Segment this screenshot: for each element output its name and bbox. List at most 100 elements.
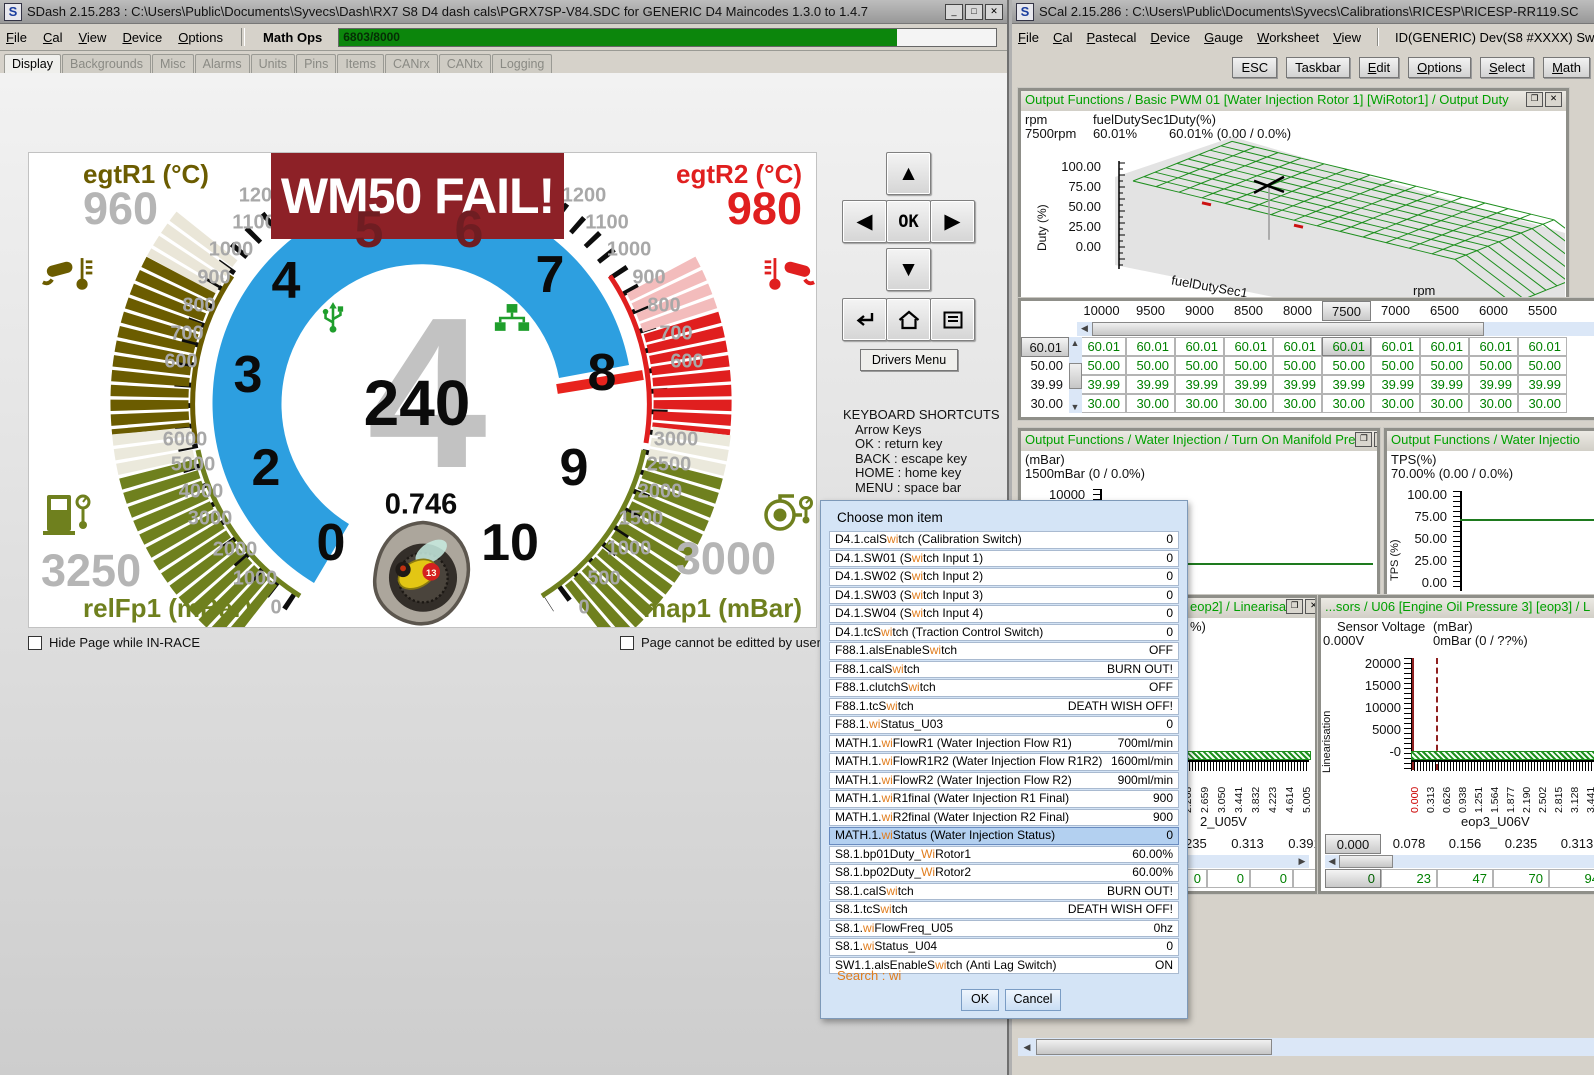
- table-cell[interactable]: 39.99: [1420, 375, 1469, 394]
- table-cell[interactable]: 39.99: [1224, 375, 1273, 394]
- scroll-left-icon[interactable]: ◀: [1020, 1040, 1034, 1054]
- sdash-titlebar[interactable]: S SDash 2.15.283 : C:\Users\Public\Docum…: [0, 0, 1007, 24]
- scroll-left-icon[interactable]: ◀: [1078, 322, 1091, 335]
- dialog-item[interactable]: MATH.1.wiFlowR2 (Water Injection Flow R2…: [829, 772, 1179, 790]
- table-cell[interactable]: 30.00: [1077, 394, 1126, 413]
- scroll-right-icon[interactable]: ▶: [1296, 855, 1308, 867]
- table-col-header-6000[interactable]: 6000: [1469, 301, 1518, 321]
- eop2-cell[interactable]: 0: [1293, 869, 1315, 888]
- table-cell[interactable]: 39.99: [1126, 375, 1175, 394]
- dialog-item[interactable]: F88.1.wiStatus_U030: [829, 716, 1179, 734]
- eop3-col-header-0.078[interactable]: 0.078: [1381, 834, 1437, 854]
- tab-canrx[interactable]: CANrx: [385, 54, 438, 73]
- dialog-item[interactable]: D4.1.SW01 (Switch Input 1)0: [829, 550, 1179, 568]
- dialog-item[interactable]: S8.1.bp01Duty_WiRotor160.00%: [829, 846, 1179, 864]
- table-cell[interactable]: 39.99: [1273, 375, 1322, 394]
- menu-item-cal[interactable]: Cal: [1053, 30, 1073, 45]
- eop3-cell[interactable]: 23: [1381, 869, 1437, 888]
- dialog-item[interactable]: F88.1.calSwitchBURN OUT!: [829, 661, 1179, 679]
- dialog-item[interactable]: S8.1.tcSwitchDEATH WISH OFF!: [829, 901, 1179, 919]
- tab-items[interactable]: Items: [337, 54, 384, 73]
- minimize-icon[interactable]: _: [945, 4, 963, 20]
- table-col-header-9500[interactable]: 9500: [1126, 301, 1175, 321]
- table-cell[interactable]: 30.00: [1126, 394, 1175, 413]
- table-cell[interactable]: 60.01: [1077, 337, 1126, 356]
- scal-titlebar[interactable]: S SCal 2.15.286 : C:\Users\Public\Docume…: [1012, 0, 1594, 24]
- eop2-window-titlebar[interactable]: eop2] / Linearisa ❐ ✕: [1186, 598, 1315, 619]
- table-cell[interactable]: 60.01: [1371, 337, 1420, 356]
- table-col-header-8000[interactable]: 8000: [1273, 301, 1322, 321]
- math-button[interactable]: Math: [1543, 57, 1590, 78]
- edit-button[interactable]: Edit: [1359, 57, 1399, 78]
- tab-alarms[interactable]: Alarms: [195, 54, 250, 73]
- menu-item-gauge[interactable]: Gauge: [1204, 30, 1243, 45]
- menu-item-view[interactable]: View: [1333, 30, 1361, 45]
- table-cell[interactable]: 30.00: [1273, 394, 1322, 413]
- tps-window[interactable]: Output Functions / Water Injectio TPS(%)…: [1384, 428, 1594, 598]
- up-arrow-button[interactable]: ▲: [886, 152, 931, 195]
- table-cell[interactable]: 60.01: [1469, 337, 1518, 356]
- drivers-menu-button[interactable]: Drivers Menu: [860, 349, 958, 371]
- dialog-item[interactable]: MATH.1.wiFlowR1 (Water Injection Flow R1…: [829, 735, 1179, 753]
- table-cell[interactable]: 39.99: [1518, 375, 1567, 394]
- eop2-col-header-0.391[interactable]: 0.391: [1276, 834, 1315, 854]
- scrollbar-thumb[interactable]: [1339, 855, 1393, 868]
- scal-horizontal-scrollbar[interactable]: ◀: [1018, 1038, 1594, 1056]
- menu-item-device[interactable]: Device: [1150, 30, 1190, 45]
- table-cell[interactable]: 30.00: [1469, 394, 1518, 413]
- tab-pins[interactable]: Pins: [296, 54, 336, 73]
- table-cell[interactable]: 50.00: [1273, 356, 1322, 375]
- eop2-window[interactable]: eop2] / Linearisa ❐ ✕ %) 2_U05V 2.2682.6…: [1183, 595, 1318, 894]
- menu-button[interactable]: [930, 298, 975, 341]
- eop2-scrollbar[interactable]: ▶: [1186, 855, 1309, 868]
- dialog-item[interactable]: D4.1.tcSwitch (Traction Control Switch)0: [829, 624, 1179, 642]
- select-button[interactable]: Select: [1480, 57, 1534, 78]
- eop2-cell[interactable]: 0: [1207, 869, 1250, 888]
- table-cell[interactable]: 30.00: [1224, 394, 1273, 413]
- table-cell[interactable]: 30.00: [1518, 394, 1567, 413]
- eop2-col-header-0.313[interactable]: 0.313: [1219, 834, 1276, 854]
- dialog-item[interactable]: F88.1.clutchSwitchOFF: [829, 679, 1179, 697]
- dialog-item[interactable]: D4.1.calSwitch (Calibration Switch)0: [829, 531, 1179, 549]
- table-cell[interactable]: 60.01: [1322, 337, 1371, 356]
- table-cell[interactable]: 39.99: [1371, 375, 1420, 394]
- dialog-item[interactable]: MATH.1.wiStatus (Water Injection Status)…: [829, 827, 1179, 845]
- taskbar-button[interactable]: Taskbar: [1286, 57, 1350, 78]
- eop3-cell[interactable]: 47: [1437, 869, 1493, 888]
- menu-item-view[interactable]: View: [78, 30, 106, 45]
- table-cell[interactable]: 39.99: [1469, 375, 1518, 394]
- close-icon[interactable]: ✕: [1545, 92, 1562, 107]
- table-cell[interactable]: 50.00: [1224, 356, 1273, 375]
- dialog-item[interactable]: S8.1.calSwitchBURN OUT!: [829, 883, 1179, 901]
- close-icon[interactable]: ✕: [1305, 599, 1315, 614]
- dialog-item[interactable]: S8.1.wiStatus_U040: [829, 938, 1179, 956]
- table-cell[interactable]: 30.00: [1175, 394, 1224, 413]
- eop2-col-header-0.235[interactable]: 0.235: [1186, 834, 1219, 854]
- eop2-cell[interactable]: 0: [1250, 869, 1293, 888]
- close-icon[interactable]: ✕: [1374, 432, 1377, 447]
- table-col-header-10000[interactable]: 10000: [1077, 301, 1126, 321]
- table-col-header-6500[interactable]: 6500: [1420, 301, 1469, 321]
- dialog-item[interactable]: MATH.1.wiFlowR1R2 (Water Injection Flow …: [829, 753, 1179, 771]
- eop2-cell[interactable]: 0: [1186, 869, 1207, 888]
- table-cell[interactable]: 50.00: [1518, 356, 1567, 375]
- dialog-item[interactable]: D4.1.SW02 (Switch Input 2)0: [829, 568, 1179, 586]
- eop3-scrollbar[interactable]: ◀: [1325, 855, 1594, 868]
- maximize-icon[interactable]: ❐: [1526, 92, 1543, 107]
- menu-item-device[interactable]: Device: [122, 30, 162, 45]
- ok-button[interactable]: OK: [886, 200, 931, 243]
- table-cell[interactable]: 39.99: [1322, 375, 1371, 394]
- table-cell[interactable]: 60.01: [1175, 337, 1224, 356]
- left-arrow-button[interactable]: ◀: [842, 200, 887, 243]
- options-button[interactable]: Options: [1408, 57, 1471, 78]
- tab-logging[interactable]: Logging: [492, 54, 553, 73]
- menu-item-worksheet[interactable]: Worksheet: [1257, 30, 1319, 45]
- table-row-header-60.01[interactable]: 60.01: [1021, 337, 1069, 357]
- eop3-cell[interactable]: 0: [1325, 869, 1381, 888]
- scrollbar-thumb[interactable]: [1036, 1039, 1272, 1055]
- table-row-header-30.00[interactable]: 30.00: [1021, 394, 1069, 414]
- table-cell[interactable]: 39.99: [1077, 375, 1126, 394]
- dialog-item[interactable]: D4.1.SW03 (Switch Input 3)0: [829, 587, 1179, 605]
- close-icon[interactable]: ✕: [985, 4, 1003, 20]
- tab-cantx[interactable]: CANtx: [439, 54, 491, 73]
